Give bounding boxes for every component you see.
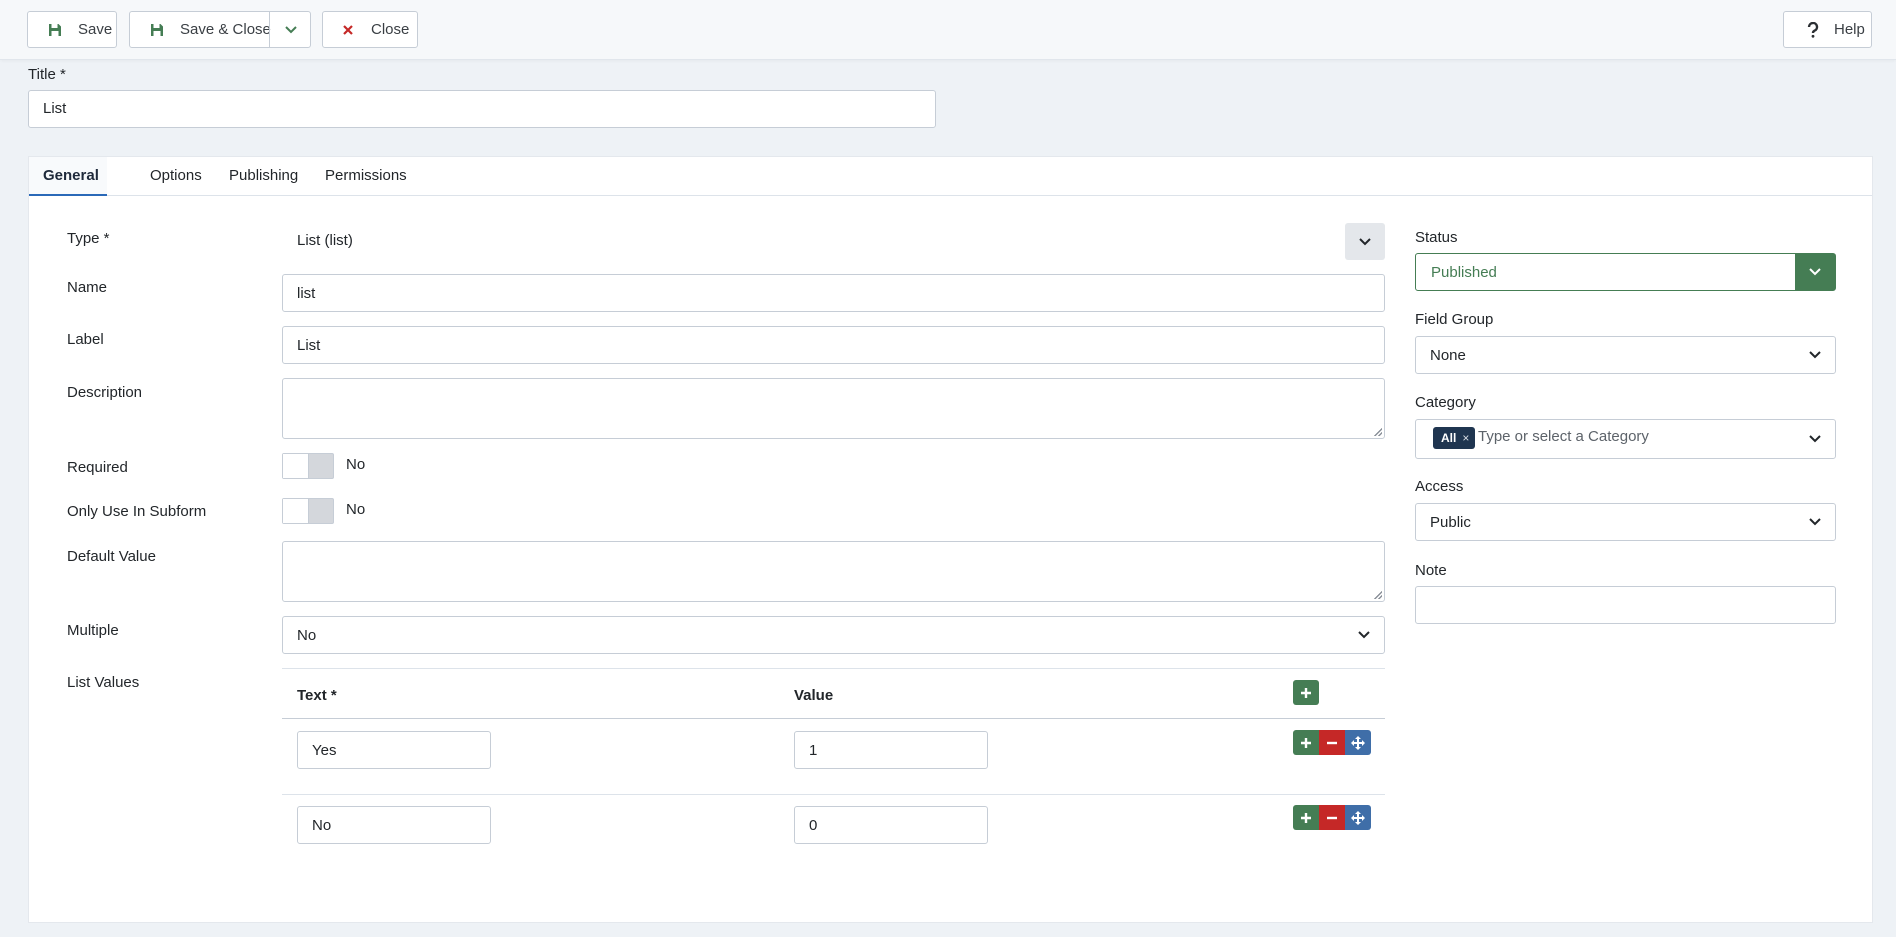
label-label: Label <box>67 331 104 348</box>
row-value-input[interactable]: 0 <box>794 806 988 844</box>
table-header-divider <box>282 718 1385 719</box>
note-input[interactable] <box>1415 586 1836 624</box>
chevron-down-icon <box>284 25 297 33</box>
chevron-down-icon <box>1359 237 1371 245</box>
required-state: No <box>346 456 366 473</box>
chevron-down-icon <box>1795 420 1835 458</box>
save-label: Save <box>78 21 113 38</box>
category-chip: All × <box>1433 427 1476 449</box>
tab-general[interactable]: General <box>29 157 107 196</box>
description-label: Description <box>67 384 143 401</box>
help-button[interactable]: Help <box>1783 11 1872 48</box>
toggle-knob <box>283 454 309 478</box>
required-label: Required <box>67 459 128 476</box>
label-input[interactable]: List <box>282 326 1385 364</box>
name-input[interactable]: list <box>282 274 1385 312</box>
only-subform-toggle[interactable] <box>282 498 334 524</box>
plus-icon <box>1301 687 1311 698</box>
access-label: Access <box>1415 478 1464 495</box>
resize-grip[interactable] <box>1374 428 1382 436</box>
question-mark-icon <box>1804 21 1822 39</box>
field-group-select[interactable]: None <box>1415 336 1836 374</box>
row-text-input[interactable]: Yes <box>297 731 491 769</box>
minus-icon <box>1327 741 1337 744</box>
type-label: Type * <box>67 230 110 247</box>
name-label: Name <box>67 279 108 296</box>
move-arrows-icon <box>1351 810 1365 825</box>
remove-row-button[interactable] <box>1319 730 1345 755</box>
plus-icon <box>1301 737 1311 748</box>
save-close-label: Save & Close <box>180 21 271 38</box>
multiple-select[interactable]: No <box>282 616 1385 654</box>
chevron-down-icon <box>1795 504 1835 540</box>
toolbar: Save Save & Close Close Help <box>0 0 1896 60</box>
default-value-textarea[interactable] <box>282 541 1385 602</box>
close-button[interactable]: Close <box>322 11 418 48</box>
save-button[interactable]: Save <box>27 11 117 48</box>
status-value: Published <box>1431 263 1497 281</box>
tab-permissions[interactable]: Permissions <box>311 157 421 196</box>
note-label: Note <box>1415 562 1447 579</box>
category-chip-label: All <box>1441 431 1457 445</box>
required-toggle[interactable] <box>282 453 334 479</box>
chevron-down-icon <box>1344 617 1384 653</box>
save-close-button[interactable]: Save & Close <box>129 11 311 48</box>
chevron-down-icon <box>1795 254 1835 290</box>
title-input[interactable]: List <box>28 90 936 128</box>
move-arrows-icon <box>1351 735 1365 750</box>
table-divider <box>282 668 1385 669</box>
row-text-input[interactable]: No <box>297 806 491 844</box>
status-select[interactable]: Published <box>1415 253 1836 291</box>
add-row-button[interactable] <box>1293 680 1319 705</box>
multiple-label: Multiple <box>67 622 119 639</box>
floppy-disk-icon <box>46 21 64 39</box>
description-textarea[interactable] <box>282 378 1385 439</box>
minus-icon <box>1327 816 1337 819</box>
remove-row-button[interactable] <box>1319 805 1345 830</box>
move-row-handle[interactable] <box>1345 805 1371 830</box>
col-value-header: Value <box>794 687 834 704</box>
only-subform-label: Only Use In Subform <box>67 503 207 520</box>
field-group-label: Field Group <box>1415 311 1494 328</box>
tab-options[interactable]: Options <box>136 157 216 196</box>
title-label: Title * <box>28 66 66 83</box>
add-row-after-button[interactable] <box>1293 805 1319 830</box>
add-row-after-button[interactable] <box>1293 730 1319 755</box>
access-select[interactable]: Public <box>1415 503 1836 541</box>
default-value-label: Default Value <box>67 548 156 565</box>
type-dropdown[interactable] <box>1345 223 1385 260</box>
floppy-disk-icon <box>148 21 166 39</box>
x-icon <box>339 21 357 39</box>
plus-icon <box>1301 812 1311 823</box>
multiple-value: No <box>297 626 317 644</box>
status-label: Status <box>1415 229 1458 246</box>
edit-card: General Options Publishing Permissions T… <box>28 156 1873 923</box>
col-text-header: Text * <box>297 687 337 704</box>
tab-publishing[interactable]: Publishing <box>215 157 312 196</box>
chip-remove-icon[interactable]: × <box>1462 431 1469 445</box>
tab-bar: General Options Publishing Permissions <box>29 157 1872 196</box>
close-label: Close <box>371 21 410 38</box>
chevron-down-icon <box>1795 337 1835 373</box>
only-subform-state: No <box>346 501 366 518</box>
resize-grip[interactable] <box>1374 591 1382 599</box>
category-label: Category <box>1415 394 1476 411</box>
help-label: Help <box>1834 21 1865 38</box>
field-group-value: None <box>1430 346 1466 364</box>
row-value-input[interactable]: 1 <box>794 731 988 769</box>
list-values-label: List Values <box>67 674 140 691</box>
row-divider <box>282 794 1385 795</box>
category-search-placeholder[interactable]: Type or select a Category <box>1478 428 1649 445</box>
save-options-dropdown[interactable] <box>270 12 311 47</box>
access-value: Public <box>1430 513 1471 531</box>
toggle-knob <box>283 499 309 523</box>
move-row-handle[interactable] <box>1345 730 1371 755</box>
type-value[interactable]: List (list) <box>297 232 353 249</box>
